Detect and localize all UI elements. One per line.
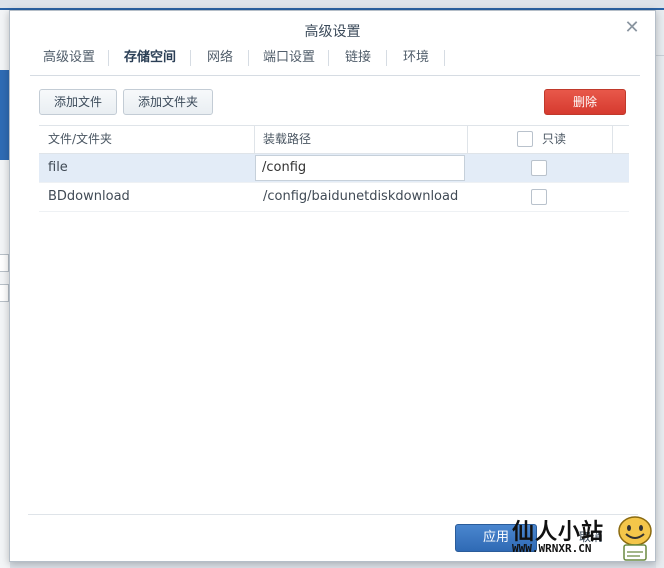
table-row[interactable]: BDdownload /config/baidunetdiskdownload — [39, 183, 629, 212]
table-row[interactable]: file /config — [39, 154, 629, 183]
column-divider — [467, 126, 468, 153]
tab-divider — [190, 50, 191, 66]
table-header: 文件/文件夹 装载路径 只读 — [39, 125, 629, 154]
watermark: 仙人小站 WWW.WRNXR.CN — [508, 510, 658, 565]
column-header-readonly[interactable]: 只读 — [542, 126, 566, 153]
tab-divider — [328, 50, 329, 66]
tab-divider — [248, 50, 249, 66]
add-file-button[interactable]: 添加文件 — [39, 89, 117, 115]
tab-advanced-settings[interactable]: 高级设置 — [30, 45, 108, 75]
background-input-fragment — [0, 254, 9, 272]
tab-divider — [444, 50, 445, 66]
dialog-title: 高级设置 — [304, 24, 361, 40]
column-header-mount-path[interactable]: 装载路径 — [263, 126, 311, 153]
tab-bar: 高级设置 存储空间 网络 端口设置 链接 环境 — [30, 45, 640, 76]
background-input-fragment — [0, 284, 9, 302]
tab-storage[interactable]: 存储空间 — [110, 45, 190, 75]
add-folder-button[interactable]: 添加文件夹 — [123, 89, 213, 115]
tab-environment[interactable]: 环境 — [388, 45, 444, 75]
background-window-panel-right — [656, 10, 664, 568]
mount-path-cell: /config/baidunetdiskdownload — [263, 189, 459, 204]
readonly-checkbox[interactable] — [531, 189, 547, 205]
readonly-select-all-checkbox[interactable] — [517, 131, 533, 147]
folder-cell: file — [48, 160, 68, 175]
tab-divider — [108, 50, 109, 66]
watermark-url: WWW.WRNXR.CN — [512, 542, 592, 555]
close-icon[interactable]: ✕ — [623, 19, 641, 37]
tab-divider — [386, 50, 387, 66]
background-divider — [656, 55, 664, 56]
column-divider — [254, 126, 255, 153]
mount-path-input[interactable]: /config — [255, 155, 465, 181]
tab-port-settings[interactable]: 端口设置 — [250, 45, 328, 75]
column-divider — [612, 126, 613, 153]
tab-network[interactable]: 网络 — [192, 45, 248, 75]
smiley-mascot-icon — [618, 516, 652, 561]
volume-table: 文件/文件夹 装载路径 只读 file /config BDdownload /… — [39, 125, 629, 212]
tab-links[interactable]: 链接 — [330, 45, 386, 75]
advanced-settings-dialog: 高级设置 ✕ 高级设置 存储空间 网络 端口设置 链接 环境 添加文件 添加文件… — [9, 10, 656, 562]
column-header-folder[interactable]: 文件/文件夹 — [48, 126, 112, 153]
folder-cell: BDdownload — [48, 189, 130, 204]
delete-button[interactable]: 删除 — [544, 89, 626, 115]
readonly-checkbox[interactable] — [531, 160, 547, 176]
